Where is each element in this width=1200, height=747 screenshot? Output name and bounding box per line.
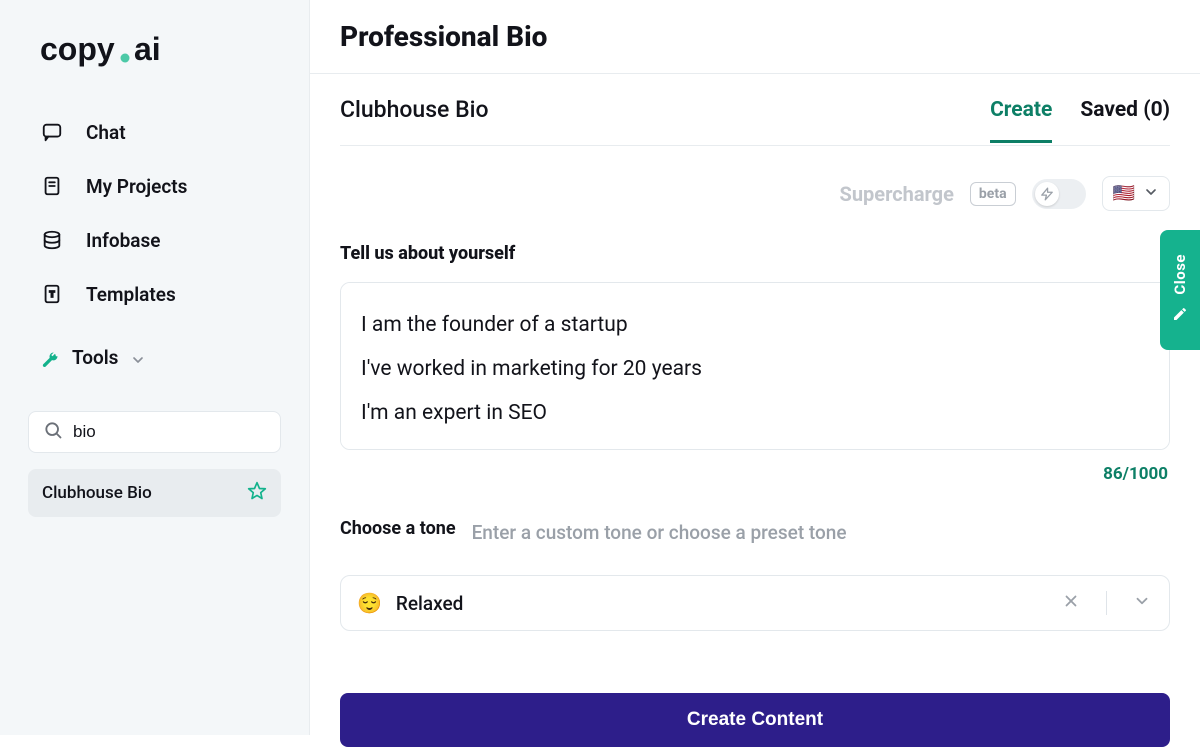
about-section: Tell us about yourself 86/1000: [340, 233, 1170, 484]
svg-text:ai: ai: [134, 31, 161, 67]
tools-label: Tools: [72, 346, 118, 369]
sidebar-item-templates[interactable]: T Templates: [18, 272, 291, 316]
logo: copy ai: [40, 30, 291, 76]
tools-toggle[interactable]: Tools: [18, 326, 291, 397]
language-selector[interactable]: 🇺🇸: [1102, 176, 1170, 211]
supercharge-label: Supercharge: [840, 182, 954, 206]
clear-icon[interactable]: [1056, 588, 1086, 618]
close-panel-tab[interactable]: Close: [1160, 230, 1200, 350]
form: Tell us about yourself 86/1000 Choose a …: [340, 233, 1170, 747]
create-content-button[interactable]: Create Content: [340, 693, 1170, 747]
search-icon: [43, 420, 63, 444]
tone-hint: Enter a custom tone or choose a preset t…: [472, 521, 847, 544]
bolt-icon: [1035, 182, 1059, 206]
char-counter: 86/1000: [340, 464, 1170, 484]
page-header: Professional Bio: [310, 0, 1200, 74]
search-result-label: Clubhouse Bio: [42, 483, 152, 503]
controls-row: Supercharge beta 🇺🇸: [340, 146, 1170, 233]
tone-label: Choose a tone: [340, 518, 456, 539]
tab-saved[interactable]: Saved (0): [1080, 98, 1170, 143]
pencil-icon: [1172, 306, 1188, 326]
tone-select[interactable]: 😌 Relaxed: [340, 575, 1170, 631]
sidebar-item-label: Templates: [86, 283, 176, 306]
divider: [1106, 591, 1107, 615]
main: Professional Bio Clubhouse Bio Create Sa…: [310, 0, 1200, 735]
sidebar-item-chat[interactable]: Chat: [18, 110, 291, 154]
chat-icon: [40, 120, 64, 144]
chevron-down-icon: [1143, 184, 1159, 204]
tone-emoji: 😌: [357, 591, 382, 615]
logo-svg: copy ai: [40, 30, 180, 72]
chevron-down-icon: [130, 352, 146, 372]
sidebar: copy ai Chat My Projects: [0, 0, 310, 735]
beta-badge: beta: [970, 182, 1016, 206]
tabs: Create Saved (0): [990, 98, 1170, 143]
template-icon: T: [40, 282, 64, 306]
search-box[interactable]: [28, 411, 281, 453]
about-textarea[interactable]: [340, 282, 1170, 450]
sidebar-item-projects[interactable]: My Projects: [18, 164, 291, 208]
supercharge-toggle[interactable]: [1032, 179, 1086, 209]
svg-text:copy: copy: [40, 31, 115, 67]
close-label: Close: [1171, 254, 1189, 295]
flag-icon: 🇺🇸: [1113, 183, 1135, 204]
svg-text:T: T: [49, 290, 54, 300]
database-icon: [40, 228, 64, 252]
sidebar-item-label: Infobase: [86, 229, 160, 252]
star-icon[interactable]: [247, 481, 267, 505]
wrench-icon: [40, 350, 60, 374]
tone-section: Choose a tone Enter a custom tone or cho…: [340, 508, 1170, 631]
tone-name: Relaxed: [396, 592, 1042, 615]
sidebar-item-label: My Projects: [86, 175, 187, 198]
page-title: Professional Bio: [340, 20, 1170, 53]
chevron-down-icon[interactable]: [1127, 588, 1157, 618]
search-result-item[interactable]: Clubhouse Bio: [28, 469, 281, 517]
tabs-row: Clubhouse Bio Create Saved (0): [340, 74, 1170, 146]
sidebar-item-infobase[interactable]: Infobase: [18, 218, 291, 262]
search-input[interactable]: [73, 422, 266, 442]
document-icon: [40, 174, 64, 198]
sidebar-item-label: Chat: [86, 121, 126, 144]
tab-create[interactable]: Create: [990, 98, 1052, 143]
breadcrumb: Clubhouse Bio: [340, 96, 489, 145]
sidebar-nav: Chat My Projects Infobase T Templates: [18, 110, 291, 316]
about-label: Tell us about yourself: [340, 243, 515, 264]
